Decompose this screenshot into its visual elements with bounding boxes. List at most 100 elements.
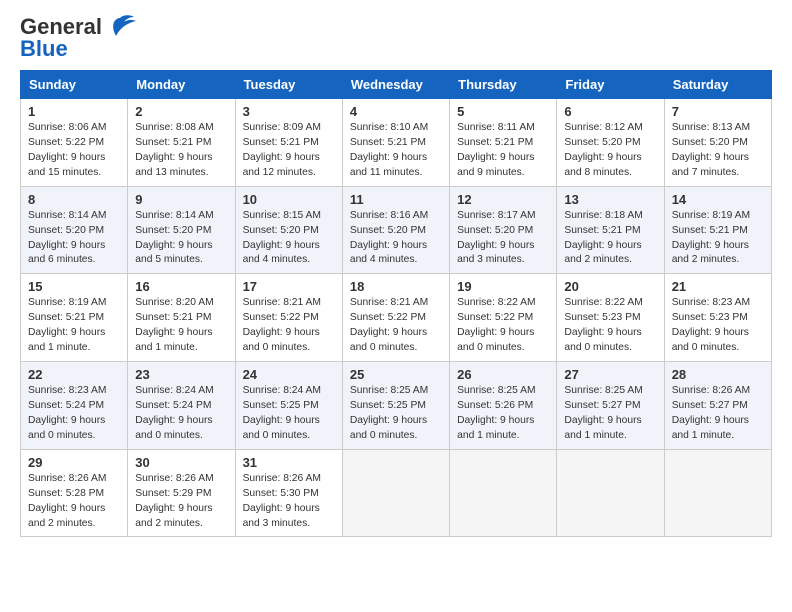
day-info: Sunrise: 8:11 AM Sunset: 5:21 PM Dayligh… [457,121,549,181]
calendar-cell: 26 Sunrise: 8:25 AM Sunset: 5:26 PM Dayl… [450,362,557,450]
calendar-cell: 15 Sunrise: 8:19 AM Sunset: 5:21 PM Dayl… [21,274,128,362]
day-number: 1 [28,104,120,119]
daylight-text: Daylight: 9 hours and 1 minute. [135,327,212,353]
day-number: 26 [457,367,549,382]
sunrise-text: Sunrise: 8:25 AM [350,385,428,396]
day-number: 22 [28,367,120,382]
sunset-text: Sunset: 5:24 PM [28,400,104,411]
calendar-cell: 19 Sunrise: 8:22 AM Sunset: 5:22 PM Dayl… [450,274,557,362]
sunrise-text: Sunrise: 8:25 AM [564,385,642,396]
calendar-week-row: 1 Sunrise: 8:06 AM Sunset: 5:22 PM Dayli… [21,99,772,187]
daylight-text: Daylight: 9 hours and 9 minutes. [457,152,534,178]
day-number: 25 [350,367,442,382]
day-number: 9 [135,192,227,207]
calendar-cell: 31 Sunrise: 8:26 AM Sunset: 5:30 PM Dayl… [235,449,342,537]
day-info: Sunrise: 8:14 AM Sunset: 5:20 PM Dayligh… [135,209,227,269]
sunset-text: Sunset: 5:21 PM [457,137,533,148]
daylight-text: Daylight: 9 hours and 6 minutes. [28,240,105,266]
sunrise-text: Sunrise: 8:13 AM [672,122,750,133]
sunset-text: Sunset: 5:21 PM [350,137,426,148]
day-info: Sunrise: 8:18 AM Sunset: 5:21 PM Dayligh… [564,209,656,269]
calendar-cell: 25 Sunrise: 8:25 AM Sunset: 5:25 PM Dayl… [342,362,449,450]
sunrise-text: Sunrise: 8:20 AM [135,297,213,308]
logo-blue: Blue [20,36,68,61]
calendar-cell: 2 Sunrise: 8:08 AM Sunset: 5:21 PM Dayli… [128,99,235,187]
daylight-text: Daylight: 9 hours and 2 minutes. [672,240,749,266]
day-info: Sunrise: 8:23 AM Sunset: 5:23 PM Dayligh… [672,296,764,356]
calendar-cell: 21 Sunrise: 8:23 AM Sunset: 5:23 PM Dayl… [664,274,771,362]
logo-text: General Blue [20,16,102,60]
daylight-text: Daylight: 9 hours and 13 minutes. [135,152,212,178]
calendar-cell: 9 Sunrise: 8:14 AM Sunset: 5:20 PM Dayli… [128,186,235,274]
header: General Blue [20,16,772,60]
daylight-text: Daylight: 9 hours and 1 minute. [457,415,534,441]
daylight-text: Daylight: 9 hours and 12 minutes. [243,152,320,178]
daylight-text: Daylight: 9 hours and 0 minutes. [243,327,320,353]
day-info: Sunrise: 8:09 AM Sunset: 5:21 PM Dayligh… [243,121,335,181]
day-info: Sunrise: 8:25 AM Sunset: 5:25 PM Dayligh… [350,384,442,444]
daylight-text: Daylight: 9 hours and 4 minutes. [243,240,320,266]
day-info: Sunrise: 8:24 AM Sunset: 5:24 PM Dayligh… [135,384,227,444]
sunrise-text: Sunrise: 8:22 AM [564,297,642,308]
sunrise-text: Sunrise: 8:08 AM [135,122,213,133]
sunset-text: Sunset: 5:29 PM [135,488,211,499]
logo: General Blue [20,16,136,60]
day-number: 10 [243,192,335,207]
day-info: Sunrise: 8:26 AM Sunset: 5:27 PM Dayligh… [672,384,764,444]
day-info: Sunrise: 8:20 AM Sunset: 5:21 PM Dayligh… [135,296,227,356]
sunset-text: Sunset: 5:23 PM [564,312,640,323]
daylight-text: Daylight: 9 hours and 8 minutes. [564,152,641,178]
sunrise-text: Sunrise: 8:14 AM [135,210,213,221]
calendar-cell: 29 Sunrise: 8:26 AM Sunset: 5:28 PM Dayl… [21,449,128,537]
header-wednesday: Wednesday [342,71,449,99]
sunrise-text: Sunrise: 8:26 AM [28,473,106,484]
sunset-text: Sunset: 5:21 PM [135,312,211,323]
sunrise-text: Sunrise: 8:17 AM [457,210,535,221]
calendar-week-row: 22 Sunrise: 8:23 AM Sunset: 5:24 PM Dayl… [21,362,772,450]
sunrise-text: Sunrise: 8:18 AM [564,210,642,221]
sunrise-text: Sunrise: 8:14 AM [28,210,106,221]
day-info: Sunrise: 8:23 AM Sunset: 5:24 PM Dayligh… [28,384,120,444]
day-info: Sunrise: 8:06 AM Sunset: 5:22 PM Dayligh… [28,121,120,181]
calendar-cell: 4 Sunrise: 8:10 AM Sunset: 5:21 PM Dayli… [342,99,449,187]
day-info: Sunrise: 8:10 AM Sunset: 5:21 PM Dayligh… [350,121,442,181]
day-info: Sunrise: 8:19 AM Sunset: 5:21 PM Dayligh… [672,209,764,269]
day-info: Sunrise: 8:08 AM Sunset: 5:21 PM Dayligh… [135,121,227,181]
calendar-cell: 22 Sunrise: 8:23 AM Sunset: 5:24 PM Dayl… [21,362,128,450]
sunset-text: Sunset: 5:26 PM [457,400,533,411]
calendar-cell: 17 Sunrise: 8:21 AM Sunset: 5:22 PM Dayl… [235,274,342,362]
calendar: SundayMondayTuesdayWednesdayThursdayFrid… [20,70,772,537]
calendar-cell: 10 Sunrise: 8:15 AM Sunset: 5:20 PM Dayl… [235,186,342,274]
calendar-cell: 13 Sunrise: 8:18 AM Sunset: 5:21 PM Dayl… [557,186,664,274]
day-number: 2 [135,104,227,119]
daylight-text: Daylight: 9 hours and 0 minutes. [135,415,212,441]
daylight-text: Daylight: 9 hours and 15 minutes. [28,152,105,178]
day-info: Sunrise: 8:26 AM Sunset: 5:29 PM Dayligh… [135,472,227,532]
day-info: Sunrise: 8:26 AM Sunset: 5:30 PM Dayligh… [243,472,335,532]
sunrise-text: Sunrise: 8:26 AM [135,473,213,484]
daylight-text: Daylight: 9 hours and 0 minutes. [28,415,105,441]
sunrise-text: Sunrise: 8:22 AM [457,297,535,308]
day-number: 19 [457,279,549,294]
calendar-cell: 27 Sunrise: 8:25 AM Sunset: 5:27 PM Dayl… [557,362,664,450]
sunset-text: Sunset: 5:20 PM [564,137,640,148]
day-number: 16 [135,279,227,294]
day-info: Sunrise: 8:15 AM Sunset: 5:20 PM Dayligh… [243,209,335,269]
header-tuesday: Tuesday [235,71,342,99]
sunset-text: Sunset: 5:22 PM [350,312,426,323]
day-number: 4 [350,104,442,119]
day-number: 18 [350,279,442,294]
sunrise-text: Sunrise: 8:06 AM [28,122,106,133]
header-monday: Monday [128,71,235,99]
calendar-cell: 18 Sunrise: 8:21 AM Sunset: 5:22 PM Dayl… [342,274,449,362]
sunset-text: Sunset: 5:21 PM [135,137,211,148]
calendar-cell: 23 Sunrise: 8:24 AM Sunset: 5:24 PM Dayl… [128,362,235,450]
day-number: 17 [243,279,335,294]
day-info: Sunrise: 8:25 AM Sunset: 5:26 PM Dayligh… [457,384,549,444]
day-number: 14 [672,192,764,207]
sunset-text: Sunset: 5:27 PM [672,400,748,411]
day-info: Sunrise: 8:21 AM Sunset: 5:22 PM Dayligh… [243,296,335,356]
day-number: 20 [564,279,656,294]
day-info: Sunrise: 8:14 AM Sunset: 5:20 PM Dayligh… [28,209,120,269]
daylight-text: Daylight: 9 hours and 0 minutes. [350,415,427,441]
